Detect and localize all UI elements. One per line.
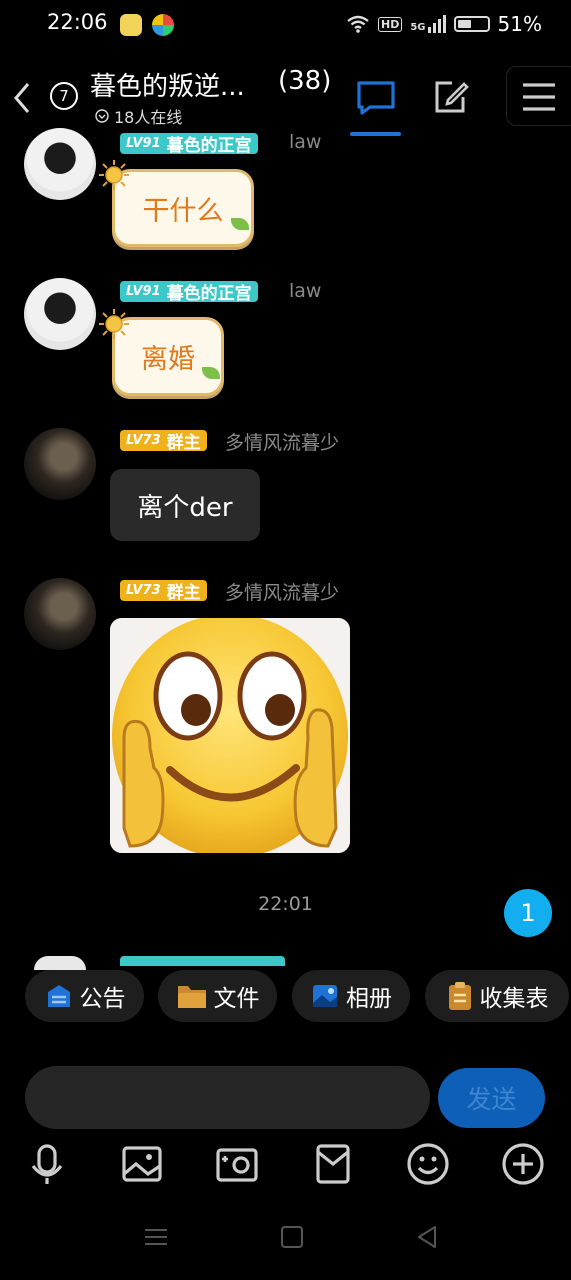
- avatar[interactable]: [24, 128, 96, 200]
- sender-name: 多情风流暮少: [225, 582, 340, 604]
- network-label: 5G: [410, 22, 426, 33]
- message-input[interactable]: [25, 1066, 430, 1129]
- chevron-down-icon: [95, 109, 109, 123]
- image-icon[interactable]: [118, 1140, 166, 1188]
- member-badge: LV91 暮色的正宫: [120, 281, 258, 304]
- avatar[interactable]: [24, 428, 96, 500]
- back-nav-icon[interactable]: [413, 1222, 443, 1252]
- signal-icon: [427, 15, 446, 33]
- unread-count-badge[interactable]: 7: [50, 82, 78, 110]
- wifi-icon: [347, 15, 369, 33]
- sun-decoration-icon: [97, 158, 131, 192]
- red-packet-icon[interactable]: [309, 1140, 357, 1188]
- online-count: 18人在线: [114, 108, 183, 127]
- status-time: 22:06: [47, 10, 108, 34]
- collection-form-button[interactable]: 收集表: [425, 970, 569, 1022]
- battery-icon: [453, 16, 490, 32]
- message-bubble[interactable]: 离个der: [110, 469, 260, 541]
- clipboard-icon: [448, 982, 471, 1010]
- edit-icon[interactable]: [432, 78, 470, 116]
- avatar: [34, 956, 86, 970]
- album-icon: [313, 985, 337, 1007]
- message-bubble[interactable]: 干什么: [112, 169, 254, 247]
- recent-apps-icon[interactable]: [141, 1222, 171, 1252]
- battery-percent: 51%: [497, 12, 542, 36]
- active-tab-indicator: [350, 132, 401, 136]
- owner-badge: LV73 群主: [120, 430, 207, 453]
- folder-icon: [177, 986, 206, 1008]
- avatar[interactable]: [24, 578, 96, 650]
- message-timestamp: 22:01: [258, 893, 313, 915]
- files-button[interactable]: 文件: [158, 970, 277, 1022]
- sender-name: 多情风流暮少: [225, 432, 340, 454]
- notification-app-icon-2: [152, 14, 174, 36]
- announcement-button[interactable]: 公告: [25, 970, 144, 1022]
- smiley-sticker[interactable]: [110, 618, 350, 853]
- online-status[interactable]: 18人在线: [95, 104, 182, 128]
- microphone-icon[interactable]: [23, 1140, 71, 1188]
- member-badge: [120, 956, 285, 966]
- owner-badge: LV73 群主: [120, 580, 207, 603]
- announcement-icon: [47, 985, 70, 1007]
- menu-button[interactable]: [506, 66, 571, 126]
- notification-app-icon: [120, 14, 142, 36]
- hamburger-icon: [523, 83, 555, 111]
- sender-name: law: [289, 131, 322, 153]
- sender-name: law: [289, 280, 322, 302]
- sun-decoration-icon: [97, 307, 131, 341]
- album-button[interactable]: 相册: [292, 970, 410, 1022]
- home-icon[interactable]: [277, 1222, 307, 1252]
- member-badge: LV91 暮色的正宫: [120, 133, 258, 156]
- member-count[interactable]: (38): [278, 66, 331, 96]
- camera-icon[interactable]: [213, 1140, 261, 1188]
- new-message-badge[interactable]: 1: [504, 889, 552, 937]
- status-icons: HD 5G 51%: [346, 12, 542, 36]
- chat-tab-icon[interactable]: [356, 80, 396, 116]
- hd-badge: HD: [378, 16, 403, 32]
- send-button[interactable]: 发送: [438, 1068, 545, 1128]
- avatar[interactable]: [24, 278, 96, 350]
- back-icon[interactable]: [8, 78, 38, 118]
- plus-icon[interactable]: [499, 1140, 547, 1188]
- group-title[interactable]: 暮色的叛逆...: [90, 66, 245, 103]
- emoji-icon[interactable]: [404, 1140, 452, 1188]
